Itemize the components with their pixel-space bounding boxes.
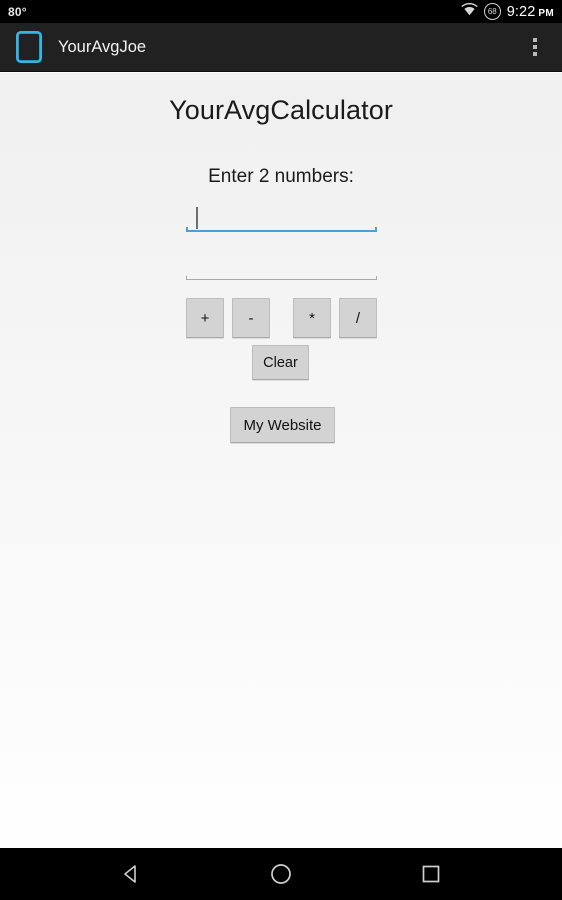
- overflow-dot: [533, 52, 537, 56]
- overflow-menu-icon[interactable]: [522, 27, 548, 67]
- system-navigation-bar: [0, 848, 562, 900]
- prompt-label: Enter 2 numbers:: [208, 166, 354, 187]
- home-circle-icon: [271, 864, 291, 884]
- clear-button[interactable]: Clear: [252, 345, 309, 380]
- wifi-icon: [461, 2, 478, 21]
- text-caret: [196, 207, 198, 229]
- device-screen: 80° 68 9:22 PM YourAvgJoe YourAvgCalcula…: [0, 0, 562, 900]
- app-content: YourAvgCalculator Enter 2 numbers: + - *…: [0, 73, 562, 863]
- add-button[interactable]: +: [186, 298, 224, 338]
- recents-nav-button[interactable]: [377, 848, 485, 900]
- back-triangle-icon: [124, 865, 136, 883]
- status-bar: 80° 68 9:22 PM: [0, 0, 562, 23]
- clock-time: 9:22: [506, 3, 536, 20]
- first-number-field[interactable]: [186, 198, 377, 232]
- my-website-button[interactable]: My Website: [230, 407, 335, 443]
- back-nav-button[interactable]: [77, 848, 185, 900]
- battery-icon: 68: [483, 3, 501, 20]
- subtract-button[interactable]: -: [232, 298, 270, 338]
- divide-button[interactable]: /: [339, 298, 377, 338]
- temperature-indicator: 80°: [8, 4, 27, 19]
- multiply-button[interactable]: *: [293, 298, 331, 338]
- phone-app-icon: [16, 31, 42, 63]
- app-title: YourAvgJoe: [58, 37, 147, 56]
- field-underline: [186, 276, 377, 280]
- overflow-dot: [533, 45, 537, 49]
- home-nav-button[interactable]: [227, 848, 335, 900]
- second-number-field[interactable]: [186, 246, 377, 280]
- battery-level-label: 68: [487, 6, 497, 16]
- field-underline-focused: [186, 227, 377, 232]
- action-bar: YourAvgJoe: [0, 23, 562, 72]
- status-icons: 68 9:22 PM: [461, 2, 554, 21]
- status-clock: 9:22 PM: [507, 4, 554, 20]
- clock-meridiem: PM: [538, 7, 554, 19]
- overflow-dot: [533, 38, 537, 42]
- recents-square-icon: [422, 865, 440, 883]
- page-title: YourAvgCalculator: [169, 95, 393, 125]
